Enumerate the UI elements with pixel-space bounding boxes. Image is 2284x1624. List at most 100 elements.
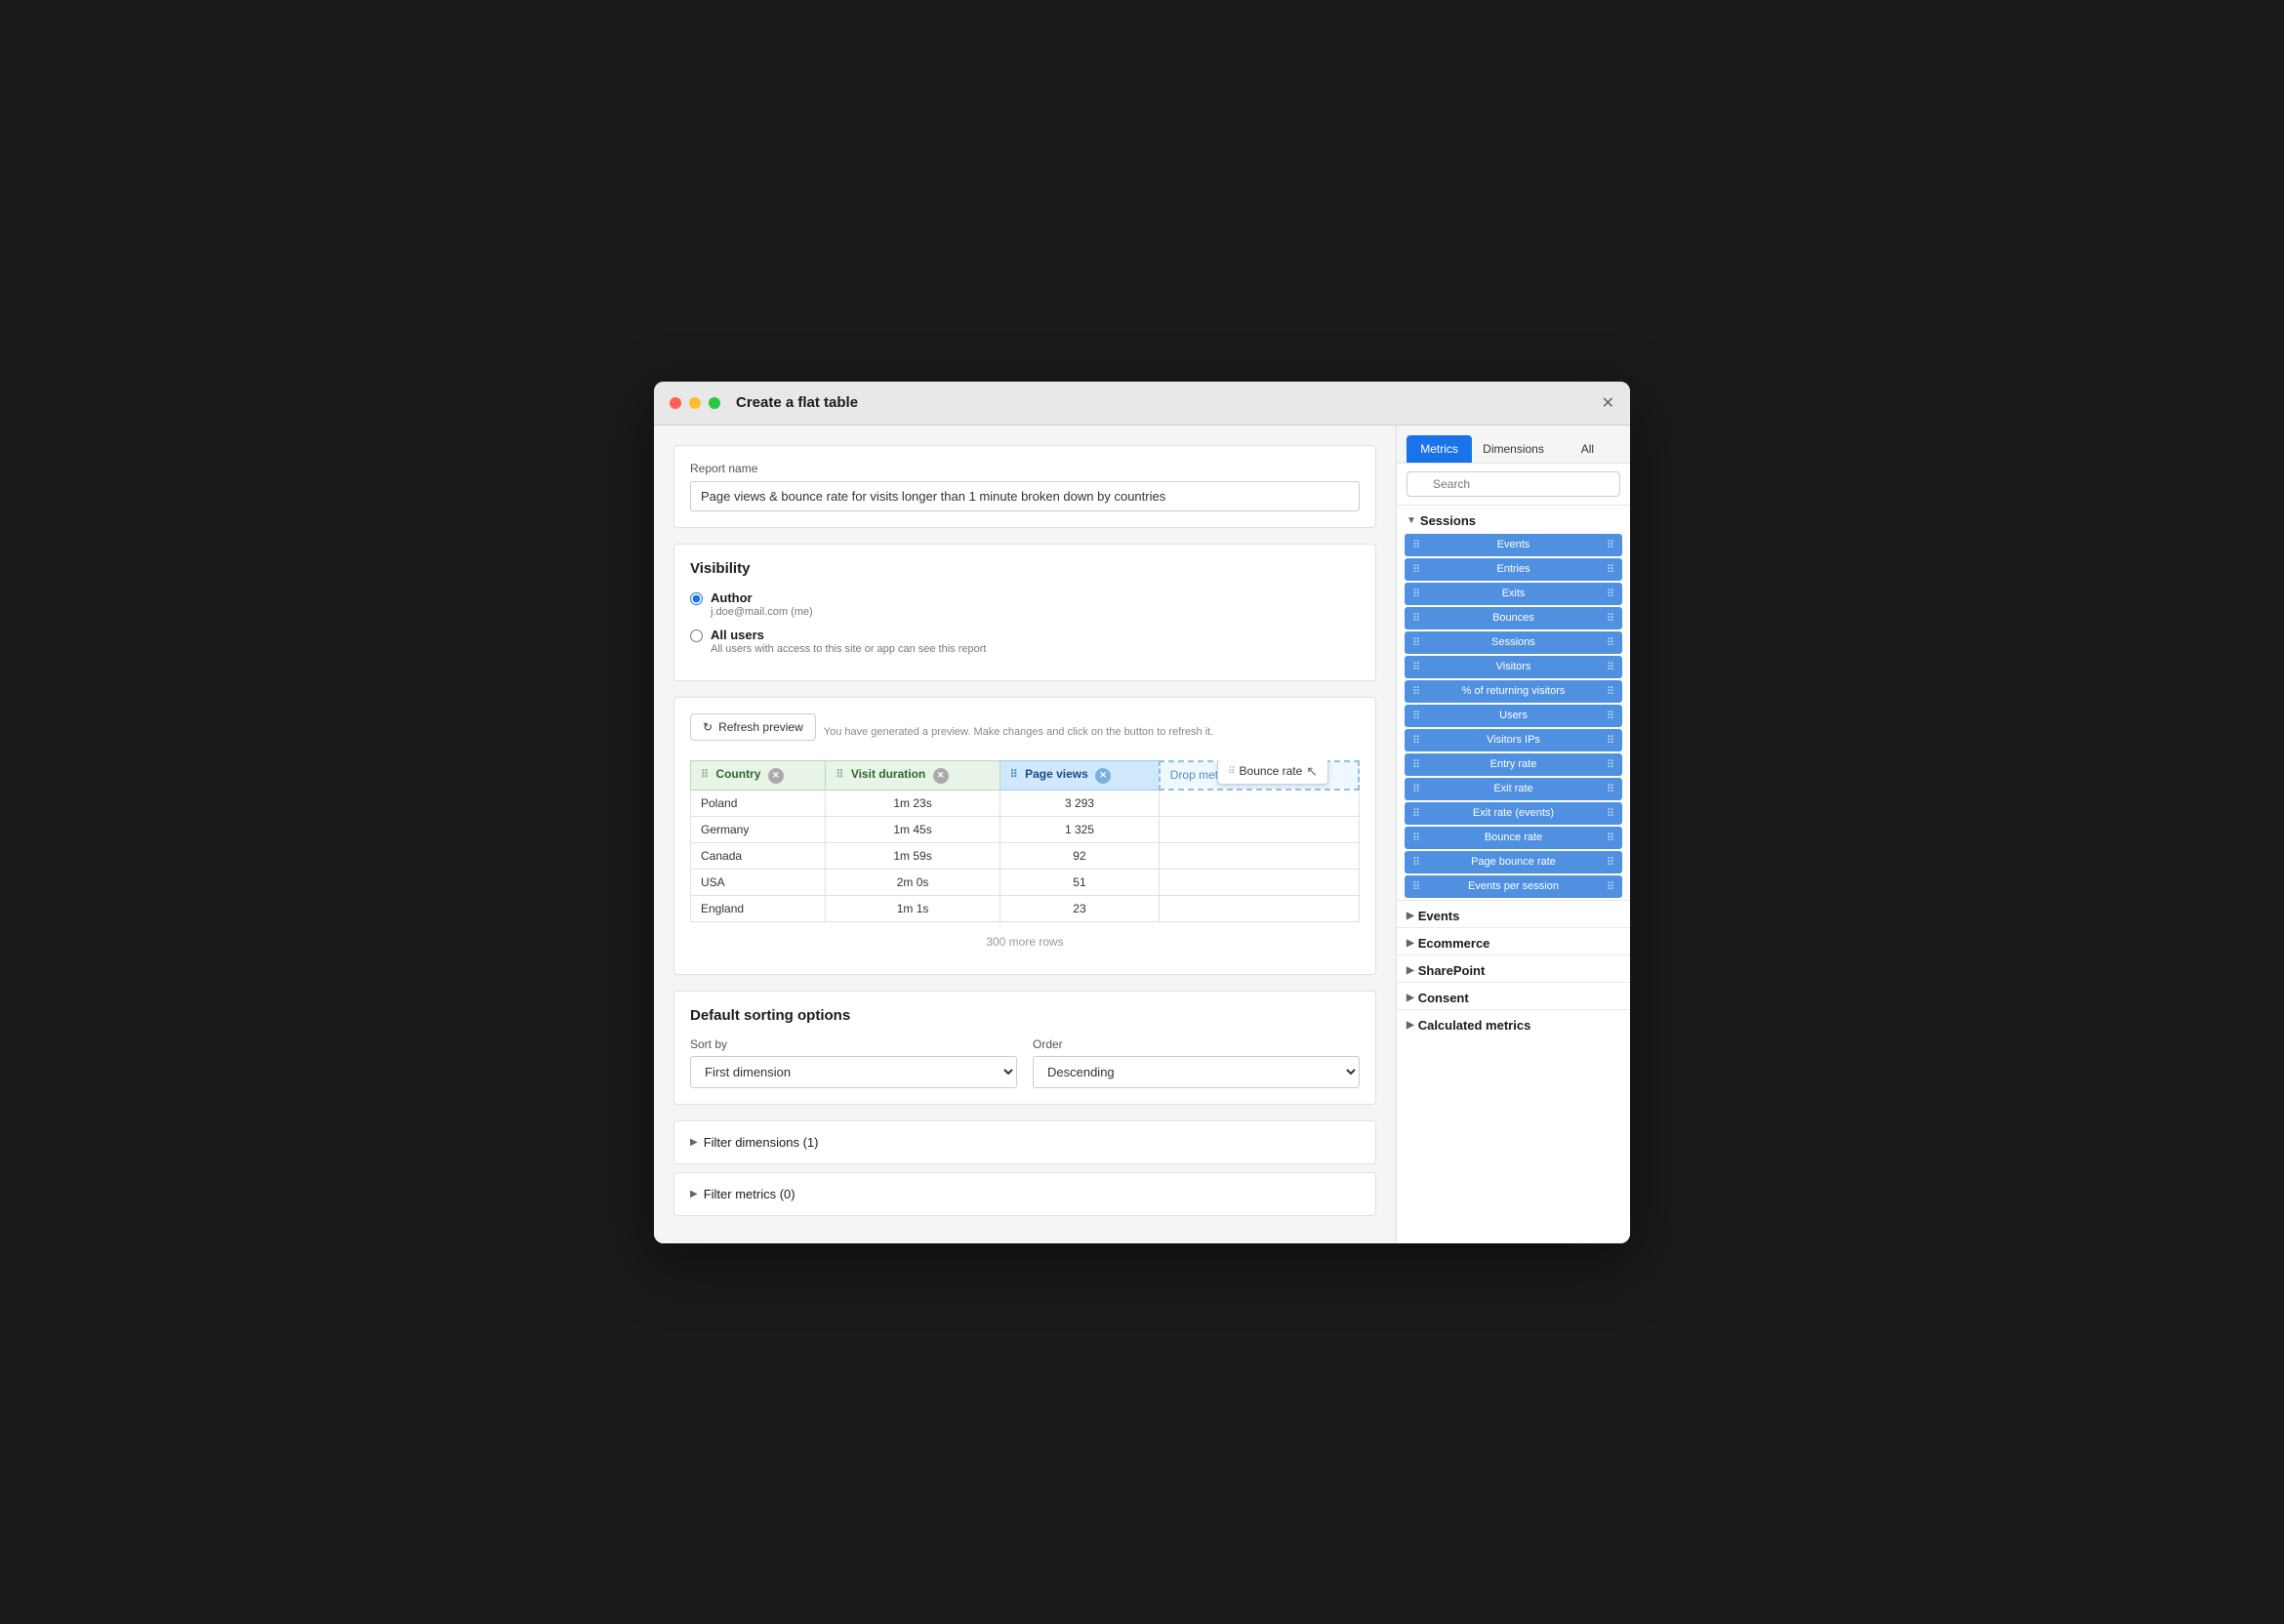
metric-events-per-session[interactable]: ⠿ Events per session ⠿ <box>1405 875 1622 898</box>
calc-metrics-title: Calculated metrics <box>1418 1018 1531 1033</box>
col-handle-pageviews: ⠿ <box>1010 768 1018 781</box>
metric-visitors-ips[interactable]: ⠿ Visitors IPs ⠿ <box>1405 729 1622 751</box>
tab-dimensions[interactable]: Dimensions <box>1474 435 1553 463</box>
filter-metrics-chevron: ▶ <box>690 1189 698 1199</box>
metric-events[interactable]: ⠿ Events ⠿ <box>1405 534 1622 556</box>
col-pageviews-label: Page views <box>1025 767 1088 781</box>
metric-exit-rate-events[interactable]: ⠿ Exit rate (events) ⠿ <box>1405 802 1622 825</box>
cell-drop-3 <box>1160 842 1359 869</box>
col-country-remove[interactable]: ✕ <box>768 768 784 784</box>
col-country[interactable]: ⠿ Country ✕ <box>691 761 826 791</box>
drag-handle-bouncerate-right: ⠿ <box>1607 832 1614 844</box>
metric-returning-visitors[interactable]: ⠿ % of returning visitors ⠿ <box>1405 680 1622 703</box>
cell-country-5: England <box>691 895 826 921</box>
metric-entry-rate[interactable]: ⠿ Entry rate ⠿ <box>1405 753 1622 776</box>
radio-author-label: Author <box>711 590 813 605</box>
drag-handle-exitrateevents-right: ⠿ <box>1607 807 1614 820</box>
bounce-rate-floating-label: Bounce rate <box>1240 764 1303 778</box>
metric-page-bounce-rate[interactable]: ⠿ Page bounce rate ⠿ <box>1405 851 1622 873</box>
filter-dimensions-section: ▶ Filter dimensions (1) <box>673 1120 1376 1164</box>
metric-entries[interactable]: ⠿ Entries ⠿ <box>1405 558 1622 581</box>
drag-handle-pagebouncerate-right: ⠿ <box>1607 856 1614 869</box>
window-title: Create a flat table <box>736 394 1594 411</box>
consent-header[interactable]: ▶ Consent <box>1397 983 1630 1009</box>
traffic-light-yellow[interactable] <box>689 397 701 409</box>
drag-handle-exits: ⠿ <box>1412 588 1420 600</box>
traffic-light-green[interactable] <box>709 397 720 409</box>
drag-handle-eventspersession: ⠿ <box>1412 880 1420 893</box>
radio-allusers-input[interactable] <box>690 629 703 642</box>
drag-handle-bounces-right: ⠿ <box>1607 612 1614 625</box>
sharepoint-title: SharePoint <box>1418 963 1486 978</box>
col-pageviews-remove[interactable]: ✕ <box>1095 768 1111 784</box>
drag-handle-visitorips: ⠿ <box>1412 734 1420 747</box>
order-select[interactable]: DescendingAscending <box>1033 1056 1360 1088</box>
rp-search-input[interactable] <box>1407 471 1620 497</box>
sessions-chevron: ▼ <box>1407 515 1416 526</box>
drag-handle-sessions: ⠿ <box>1412 636 1420 649</box>
report-name-section: Report name <box>673 445 1376 528</box>
metric-sessions[interactable]: ⠿ Sessions ⠿ <box>1405 631 1622 654</box>
tab-all[interactable]: All <box>1555 435 1620 463</box>
col-visit[interactable]: ⠿ Visit duration ✕ <box>826 761 999 791</box>
report-name-label: Report name <box>690 462 1360 475</box>
events-chevron: ▶ <box>1407 911 1414 921</box>
sessions-title: Sessions <box>1420 513 1476 528</box>
drag-handle-visitors-right: ⠿ <box>1607 661 1614 673</box>
cell-views-2: 1 325 <box>999 816 1160 842</box>
filter-dimensions-chevron: ▶ <box>690 1137 698 1148</box>
drag-handle-exitrate-right: ⠿ <box>1607 783 1614 795</box>
metric-users[interactable]: ⠿ Users ⠿ <box>1405 705 1622 727</box>
cell-drop-4 <box>1160 869 1359 895</box>
consent-chevron: ▶ <box>1407 993 1414 1003</box>
sort-by-select[interactable]: First dimensionSecond dimensionThird dim… <box>690 1056 1017 1088</box>
cell-visit-4: 2m 0s <box>826 869 999 895</box>
filter-metrics-label: Filter metrics (0) <box>704 1187 795 1201</box>
drag-handle-events-right: ⠿ <box>1607 539 1614 551</box>
metric-visitors[interactable]: ⠿ Visitors ⠿ <box>1405 656 1622 678</box>
radio-author-input[interactable] <box>690 592 703 605</box>
drag-handle-entries: ⠿ <box>1412 563 1420 576</box>
metric-bounce-rate[interactable]: ⠿ Bounce rate ⠿ <box>1405 827 1622 849</box>
col-pageviews[interactable]: ⠿ Page views ✕ <box>999 761 1160 791</box>
drag-handle-eventspersession-right: ⠿ <box>1607 880 1614 893</box>
sharepoint-header[interactable]: ▶ SharePoint <box>1397 955 1630 982</box>
sessions-header[interactable]: ▼ Sessions <box>1397 506 1630 532</box>
close-button[interactable]: ✕ <box>1602 393 1614 413</box>
radio-author: Author j.doe@mail.com (me) <box>690 590 1360 618</box>
sort-row: Sort by First dimensionSecond dimensionT… <box>690 1037 1360 1088</box>
filter-metrics-section: ▶ Filter metrics (0) <box>673 1172 1376 1216</box>
filter-metrics-toggle[interactable]: ▶ Filter metrics (0) <box>690 1187 1360 1201</box>
metric-bounces[interactable]: ⠿ Bounces ⠿ <box>1405 607 1622 629</box>
cursor-icon: ↖ <box>1306 763 1318 780</box>
preview-table-body: Poland 1m 23s 3 293 Germany 1m 45s 1 325 <box>691 790 1360 921</box>
traffic-light-red[interactable] <box>670 397 681 409</box>
table-row: Germany 1m 45s 1 325 <box>691 816 1360 842</box>
col-visit-remove[interactable]: ✕ <box>933 768 949 784</box>
tab-metrics[interactable]: Metrics <box>1407 435 1472 463</box>
sessions-section: ▼ Sessions ⠿ Events ⠿ ⠿ Entries ⠿ ⠿ Exit… <box>1397 506 1630 900</box>
drag-handle-events: ⠿ <box>1412 539 1420 551</box>
calc-metrics-header[interactable]: ▶ Calculated metrics <box>1397 1010 1630 1036</box>
sort-by-field: Sort by First dimensionSecond dimensionT… <box>690 1037 1017 1088</box>
radio-allusers-label: All users <box>711 628 986 642</box>
refresh-preview-button[interactable]: ↻ Refresh preview <box>690 713 816 741</box>
report-name-input[interactable] <box>690 481 1360 511</box>
col-handle-country: ⠿ <box>701 768 709 781</box>
ecommerce-header[interactable]: ▶ Ecommerce <box>1397 928 1630 954</box>
cell-views-3: 92 <box>999 842 1160 869</box>
cell-views-4: 51 <box>999 869 1160 895</box>
filter-dimensions-toggle[interactable]: ▶ Filter dimensions (1) <box>690 1135 1360 1150</box>
preview-section: ↻ Refresh preview You have generated a p… <box>673 697 1376 975</box>
metric-exits[interactable]: ⠿ Exits ⠿ <box>1405 583 1622 605</box>
right-panel: Metrics Dimensions All 🔍 ▼ Sessions ⠿ Ev… <box>1396 426 1630 1243</box>
cell-drop-5 <box>1160 895 1359 921</box>
col-visit-label: Visit duration <box>851 767 925 781</box>
calc-metrics-chevron: ▶ <box>1407 1020 1414 1031</box>
metric-exit-rate[interactable]: ⠿ Exit rate ⠿ <box>1405 778 1622 800</box>
rp-search-wrapper: 🔍 <box>1407 471 1620 497</box>
drag-handle-entryrate: ⠿ <box>1412 758 1420 771</box>
cell-drop-1 <box>1160 790 1359 816</box>
main-window: Create a flat table ✕ Report name Visibi… <box>654 382 1630 1243</box>
events-header[interactable]: ▶ Events <box>1397 901 1630 927</box>
